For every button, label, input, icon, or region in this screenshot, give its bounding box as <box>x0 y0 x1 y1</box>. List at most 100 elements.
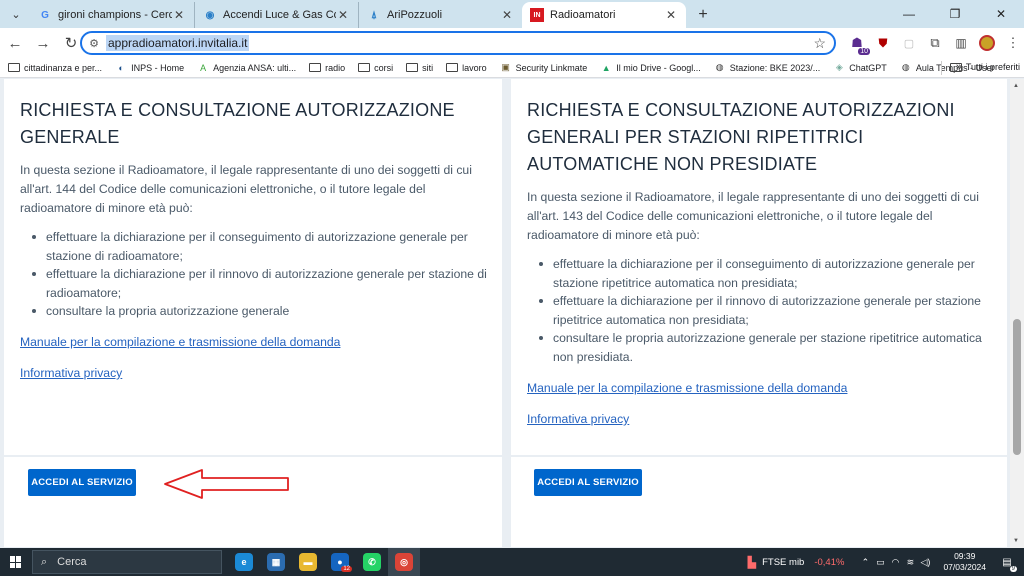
bookmark-label: corsi <box>374 62 394 73</box>
bookmark-label: ChatGPT <box>849 62 887 73</box>
taskbar-chrome[interactable]: ◎ <box>388 548 420 576</box>
page-viewport: RICHIESTA E CONSULTAZIONE AUTORIZZAZIONE… <box>0 79 1024 548</box>
extension-gray-icon[interactable]: ▢ <box>898 32 920 54</box>
extension-icon[interactable]: ☗ 10 <box>846 32 870 55</box>
bookmark-star-icon[interactable]: ☆ <box>813 35 826 52</box>
back-button[interactable]: ← <box>2 30 28 56</box>
right-manual-link[interactable]: Manuale per la compilazione e trasmissio… <box>527 381 847 395</box>
bookmark-item[interactable]: corsi <box>358 63 393 73</box>
site-info-icon[interactable]: ⚙ <box>82 37 106 50</box>
bookmark-label: Tutti i preferiti <box>965 62 1020 72</box>
close-window-icon[interactable]: ✕ <box>978 0 1024 28</box>
folder-icon <box>949 62 962 72</box>
right-service-card: RICHIESTA E CONSULTAZIONE AUTORIZZAZIONI… <box>511 79 1007 455</box>
menu-icon[interactable]: ⋮ <box>1002 32 1024 54</box>
windows-taskbar: ⌕ Cerca e ▦ ▬ ● 12 ✆ ◎ ▙ FTSE mib -0,41% ⌃ ▭ ◠… <box>0 548 1024 576</box>
folder-icon <box>406 63 419 72</box>
app-badge: 12 <box>341 566 352 572</box>
bookmark-label: radio <box>325 62 346 73</box>
taskbar-clock[interactable]: 09:39 07/03/2024 <box>943 551 986 573</box>
scrollbar-thumb[interactable] <box>1013 319 1021 455</box>
tab-title: AriPozzuoli <box>387 9 443 21</box>
bookmark-item[interactable]: ◈ ChatGPT <box>833 62 887 73</box>
bookmark-item[interactable]: ▲ Il mio Drive - Googl... <box>600 62 701 73</box>
tab-3-active[interactable]: IN Radioamatori ✕ <box>522 2 686 28</box>
bookmark-item[interactable]: cittadinanza e per... <box>8 63 102 73</box>
list-item: effettuare la dichiarazione per il rinno… <box>527 292 997 329</box>
left-privacy-link[interactable]: Informativa privacy <box>20 366 122 380</box>
close-icon[interactable]: ✕ <box>172 8 186 22</box>
left-card-title: RICHIESTA E CONSULTAZIONE AUTORIZZAZIONE… <box>20 100 455 147</box>
left-card-intro: In questa sezione il Radioamatore, il le… <box>20 163 472 215</box>
network-icon[interactable]: ◠ <box>888 557 902 568</box>
bookmark-item[interactable]: A Agenzia ANSA: ulti... <box>197 62 296 73</box>
url-text[interactable]: appradioamatori.invitalia.it <box>106 35 250 51</box>
tab-2[interactable]: ⍋ AriPozzuoli ✕ <box>358 2 522 28</box>
minimize-icon[interactable]: — <box>886 0 932 28</box>
globe-icon: ◍ <box>901 62 910 72</box>
address-bar[interactable]: ⚙ appradioamatori.invitalia.it ☆ <box>80 31 836 55</box>
right-access-button[interactable]: ACCEDI AL SERVIZIO <box>534 469 642 496</box>
avatar[interactable] <box>976 32 998 54</box>
taskbar-whatsapp[interactable]: ✆ <box>356 548 388 576</box>
inps-icon: ◐ <box>118 62 124 73</box>
stock-widget[interactable]: ▙ FTSE mib -0,41% <box>748 556 845 569</box>
scroll-up-icon[interactable]: ▲ <box>1013 83 1019 89</box>
right-privacy-link[interactable]: Informativa privacy <box>527 412 629 426</box>
restore-icon[interactable]: ❐ <box>932 0 978 28</box>
system-tray: ▙ FTSE mib -0,41% ⌃ ▭ ◠ ≋ ◁) 09:39 07/03… <box>748 548 1024 576</box>
search-icon: ⌕ <box>41 555 48 568</box>
bookmark-item[interactable]: siti <box>406 63 433 73</box>
tray-icons: ⌃ ▭ ◠ ≋ ◁) <box>858 557 933 568</box>
right-card-list: effettuare la dichiarazione per il conse… <box>527 255 997 366</box>
sidepanel-icon[interactable]: ▥ <box>950 32 972 54</box>
page-scrollbar[interactable]: ▲ ▼ <box>1010 79 1024 548</box>
window-controls: — ❐ ✕ <box>886 0 1024 28</box>
start-button[interactable] <box>0 548 32 576</box>
close-icon[interactable]: ✕ <box>664 8 678 22</box>
chevron-up-icon[interactable]: ⌃ <box>858 557 872 568</box>
new-tab-button[interactable]: + <box>692 4 714 26</box>
extensions-area: ☗ 10 ⛊ ▢ ⧉ ▥ ⋮ <box>846 31 1024 55</box>
close-icon[interactable]: ✕ <box>336 8 350 22</box>
puzzle-icon[interactable]: ⧉ <box>924 32 946 54</box>
bookmark-item[interactable]: ▣ Security Linkmate <box>500 62 587 73</box>
notification-icon[interactable]: ▤ 9 <box>996 552 1018 572</box>
forward-button[interactable]: → <box>30 30 56 56</box>
chatgpt-icon: ◈ <box>835 62 843 72</box>
bookmark-item[interactable]: lavoro <box>446 63 487 73</box>
taskbar-store[interactable]: ▦ <box>260 548 292 576</box>
volume-icon[interactable]: ◁) <box>918 557 932 568</box>
all-bookmarks-button[interactable]: Tutti i preferiti <box>949 62 1020 72</box>
tab-search-button[interactable]: ⌄ <box>6 4 26 24</box>
extension-badge: 10 <box>858 48 870 55</box>
clock-time: 09:39 <box>954 551 976 561</box>
tab-0[interactable]: G gironi champions - Cerca con G ✕ <box>30 2 194 28</box>
battery-icon[interactable]: ▭ <box>873 557 887 568</box>
taskbar-search[interactable]: ⌕ Cerca <box>32 550 222 574</box>
bookmark-label: lavoro <box>462 62 487 73</box>
bookmark-label: Agenzia ANSA: ulti... <box>213 62 297 73</box>
taskbar-explorer[interactable]: ▬ <box>292 548 324 576</box>
windows-logo-icon <box>10 556 22 568</box>
taskbar-outlook[interactable]: ● 12 <box>324 548 356 576</box>
wifi-icon[interactable]: ≋ <box>903 557 917 568</box>
bookmark-item[interactable]: radio <box>309 63 345 73</box>
close-icon[interactable]: ✕ <box>500 8 514 22</box>
scroll-down-icon[interactable]: ▼ <box>1013 538 1019 544</box>
tab-title: Radioamatori <box>550 9 616 21</box>
ticker-change: -0,41% <box>814 556 845 568</box>
left-access-button[interactable]: ACCEDI AL SERVIZIO <box>28 469 136 496</box>
folder-icon <box>358 63 371 72</box>
folder-icon <box>446 63 459 72</box>
right-card-intro: In questa sezione il Radioamatore, il le… <box>527 190 979 242</box>
google-icon: G <box>41 9 49 21</box>
explorer-icon: ▬ <box>299 553 317 571</box>
taskbar-edge[interactable]: e <box>228 548 260 576</box>
bookmark-item[interactable]: ◍ Stazione: BKE 2023/... <box>714 62 821 73</box>
bookmark-item[interactable]: ◐ INPS - Home <box>115 62 184 73</box>
tab-1[interactable]: ◉ Accendi Luce & Gas Coop: il for ✕ <box>194 2 358 28</box>
chevron-down-icon: ⌄ <box>11 8 21 21</box>
left-manual-link[interactable]: Manuale per la compilazione e trasmissio… <box>20 335 340 349</box>
ublock-icon[interactable]: ⛊ <box>872 32 894 54</box>
